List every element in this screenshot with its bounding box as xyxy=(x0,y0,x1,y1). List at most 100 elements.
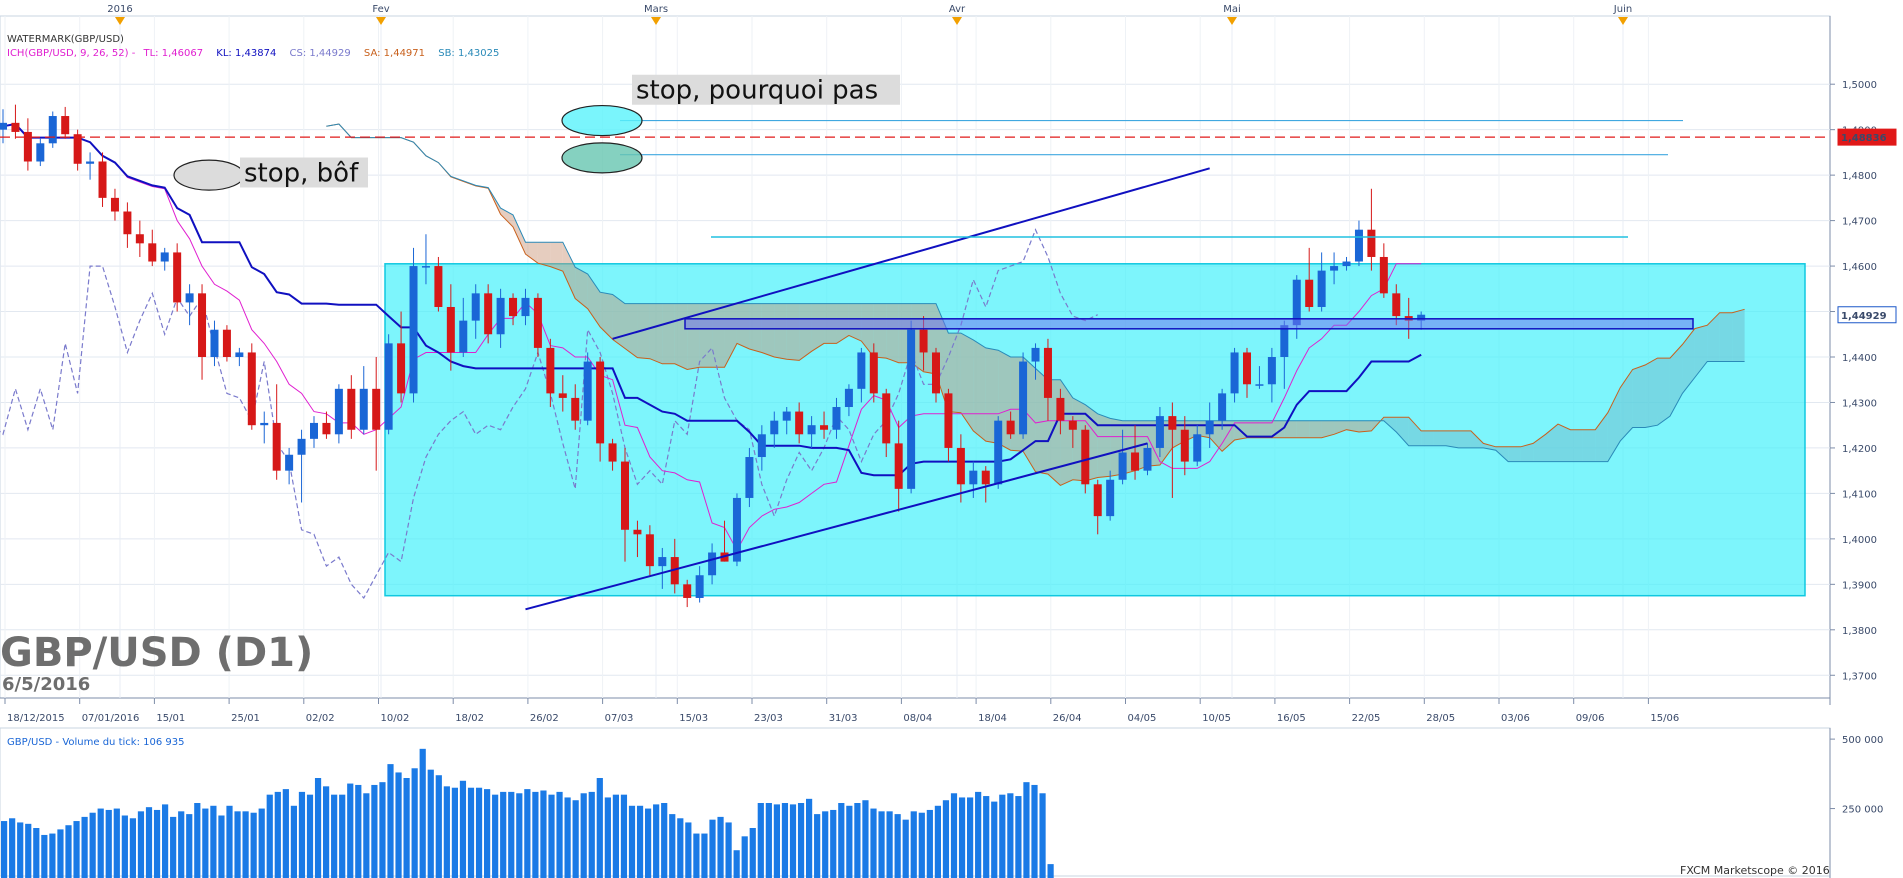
kumo-segment xyxy=(1097,413,1111,478)
candle-body xyxy=(1043,347,1052,398)
ytick-label: 1,3900 xyxy=(1842,580,1877,591)
volume-bar xyxy=(950,793,958,878)
volume-bar xyxy=(314,778,322,878)
candle-body xyxy=(1143,447,1152,471)
chart-title: GBP/USD (D1) xyxy=(0,630,313,676)
price-marker-label: 1,44929 xyxy=(1841,311,1887,322)
candle-body xyxy=(1068,420,1077,430)
credit-label: FXCM Marketscope © 2016 xyxy=(1680,864,1830,877)
candle-body xyxy=(1280,325,1289,357)
candle-body xyxy=(110,197,119,212)
candle-body xyxy=(135,234,144,244)
candle-body xyxy=(1243,352,1251,385)
candle-body xyxy=(919,329,928,353)
ichimoku-legend-cs: CS: 1,44929 xyxy=(290,48,351,59)
month-label: Fev xyxy=(372,4,389,15)
volume-bar xyxy=(467,787,475,878)
volume-bar xyxy=(894,814,901,878)
kumo-segment xyxy=(786,303,800,361)
pivot-band xyxy=(684,318,1694,330)
kumo-segment xyxy=(1458,430,1471,448)
volume-bar xyxy=(210,805,217,878)
kumo-segment xyxy=(799,303,812,361)
candle-body xyxy=(359,388,368,430)
xtick-label: 22/05 xyxy=(1352,713,1381,724)
ichimoku-legend-sa: SA: 1,44971 xyxy=(364,48,425,59)
volume-bar xyxy=(814,814,821,878)
candle-body xyxy=(1106,479,1115,517)
candle-body xyxy=(757,434,766,458)
candle-body xyxy=(683,584,692,598)
candle-body xyxy=(198,293,207,357)
volume-bar xyxy=(153,809,161,878)
volume-bar xyxy=(484,789,491,878)
kumo-segment xyxy=(1296,420,1310,438)
kumo-segment xyxy=(1558,424,1571,462)
kumo-segment xyxy=(886,303,899,363)
kumo-segment xyxy=(1508,446,1521,462)
month-label: Mai xyxy=(1223,4,1241,15)
volume-bar xyxy=(274,791,281,878)
xtick-label: 02/02 xyxy=(306,713,335,724)
volume-bar xyxy=(282,789,289,878)
volume-bar xyxy=(789,804,797,878)
volume-bar xyxy=(991,801,998,878)
candle-body xyxy=(1379,256,1388,294)
kumo-segment xyxy=(973,339,986,442)
volume-bar xyxy=(25,823,32,878)
candle-body xyxy=(621,461,629,530)
candle-body xyxy=(36,143,45,162)
kumo-segment xyxy=(1645,358,1658,428)
candle-body xyxy=(0,122,7,130)
candle-body xyxy=(434,266,443,307)
xtick-label: 10/05 xyxy=(1202,713,1231,724)
candle-body xyxy=(1118,452,1127,480)
candle-body xyxy=(272,422,281,471)
volume-bar xyxy=(636,805,644,878)
volume-bar xyxy=(363,793,370,878)
volume-bar xyxy=(298,791,306,878)
volume-bar xyxy=(403,778,410,878)
candle-body xyxy=(1093,484,1102,517)
volume-bar xyxy=(596,778,603,878)
volume-bar xyxy=(620,794,628,878)
candle-body xyxy=(844,388,853,408)
volume-bar xyxy=(395,772,402,878)
candle-body xyxy=(820,425,829,430)
volume-bar xyxy=(250,812,257,878)
candle-body xyxy=(1267,357,1276,385)
volume-bar xyxy=(371,784,378,878)
volume-bar xyxy=(709,819,716,878)
volume-bar xyxy=(49,833,56,878)
ichimoku-legend: ICH(GBP/USD, 9, 26, 52) - TL: 1,46067 KL… xyxy=(7,48,499,59)
xtick-label: 28/05 xyxy=(1426,713,1455,724)
stop-ellipse-top xyxy=(561,104,643,137)
candle-body xyxy=(86,161,95,164)
volume-bar xyxy=(411,768,418,878)
volume-bar xyxy=(186,814,193,878)
candle-body xyxy=(235,352,244,357)
kumo-segment xyxy=(649,303,663,364)
candle-body xyxy=(1342,261,1351,267)
volume-bar xyxy=(9,818,16,878)
volume-bar xyxy=(902,819,909,878)
volume-bar xyxy=(765,803,772,878)
volume-bar xyxy=(830,809,837,878)
candle-body xyxy=(322,422,331,435)
volume-bar xyxy=(57,829,64,878)
volume-bar xyxy=(669,814,676,878)
volume-bar xyxy=(741,836,748,878)
candle-body xyxy=(310,422,318,439)
volume-bar xyxy=(958,797,966,878)
ytick-label: 1,4000 xyxy=(1842,535,1877,546)
candle-body xyxy=(782,411,791,421)
candle-body xyxy=(695,575,704,598)
volume-bar xyxy=(323,786,330,878)
volume-label: GBP/USD - Volume du tick: 106 935 xyxy=(7,737,184,748)
candle-body xyxy=(48,116,57,144)
volume-bar xyxy=(258,808,265,878)
candle-body xyxy=(285,454,294,471)
volume-bar xyxy=(339,794,346,878)
volume-bar xyxy=(33,828,40,878)
volume-bar xyxy=(129,818,136,878)
